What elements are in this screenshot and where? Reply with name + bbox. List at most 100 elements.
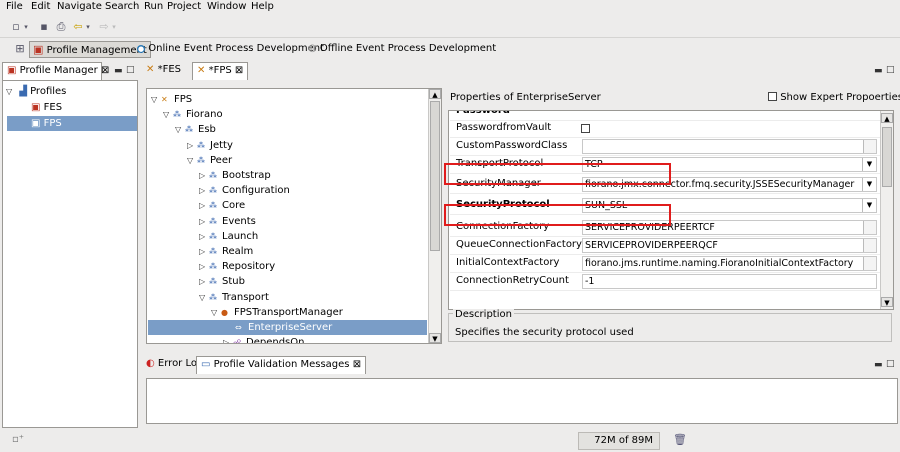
property-checkbox[interactable] — [581, 124, 590, 133]
tree-node[interactable]: ⇔ EnterpriseServer — [148, 320, 427, 335]
menu-navigate[interactable]: Navigate — [57, 1, 102, 12]
collapse-icon[interactable]: ▽ — [163, 107, 173, 122]
ellipsis-button[interactable] — [863, 257, 876, 270]
tree-node[interactable]: ▷ ⁂ Launch — [199, 229, 258, 244]
property-value[interactable]: SERVICEPROVIDERPEERTCF — [582, 220, 877, 235]
menu-file[interactable]: File — [6, 1, 23, 12]
show-expert-properties[interactable]: Show Expert Propoerties — [768, 92, 900, 103]
tree-node[interactable]: ▷ ⁂ Repository — [199, 259, 275, 274]
menu-project[interactable]: Project — [167, 1, 201, 12]
tree-item-fes[interactable]: ▣ FES — [31, 100, 62, 115]
expand-icon[interactable]: ▷ — [199, 168, 209, 183]
maximize-icon[interactable]: □ — [886, 359, 895, 369]
collapse-icon[interactable]: ▽ — [175, 122, 185, 137]
tree-node[interactable]: ▽ ⁂ Peer — [187, 153, 232, 168]
back-dropdown-icon[interactable]: ▾ — [84, 19, 92, 35]
collapse-icon[interactable]: ▽ — [211, 305, 221, 320]
expand-icon[interactable]: ▷ — [223, 335, 233, 343]
ellipsis-button[interactable] — [863, 221, 876, 234]
expand-icon[interactable]: ▷ — [199, 244, 209, 259]
tree-node[interactable]: ▷ ⁂ Realm — [199, 244, 253, 259]
expand-icon[interactable]: ▷ — [199, 259, 209, 274]
property-value[interactable] — [582, 139, 877, 154]
tree-node[interactable]: ▽ ⁂ Transport — [199, 290, 269, 305]
forward-dropdown-icon[interactable]: ▾ — [110, 19, 118, 35]
collapse-icon[interactable]: ▽ — [199, 290, 209, 305]
minimize-icon[interactable]: ▬ — [874, 360, 883, 370]
property-row: ConnectionFactory SERVICEPROVIDERPEERTCF — [450, 219, 887, 237]
perspective-online-development[interactable]: ● Online Event Process Development — [134, 41, 327, 58]
open-perspective-icon[interactable]: ⊞ — [12, 41, 28, 57]
menu-run[interactable]: Run — [144, 1, 163, 12]
new-dropdown-icon[interactable]: ▾ — [22, 19, 30, 35]
perspective-profile-management[interactable]: ▣ Profile Management — [29, 41, 151, 58]
tree-item-profiles[interactable]: ▽ ▟ Profiles — [6, 84, 66, 99]
perspective-offline-development[interactable]: ◍ Offline Event Process Development — [305, 41, 499, 58]
tree-node[interactable]: ▷ ⁂ Core — [199, 198, 245, 213]
menu-search[interactable]: Search — [105, 1, 139, 12]
expand-icon[interactable]: ▷ — [199, 214, 209, 229]
minimize-icon[interactable]: ▬ — [114, 66, 123, 76]
expand-icon[interactable]: ▷ — [199, 274, 209, 289]
ellipsis-button[interactable] — [863, 239, 876, 252]
editor-tab-fes[interactable]: ✕ *FES — [142, 62, 185, 80]
minimize-icon[interactable]: ▬ — [874, 66, 883, 76]
dropdown-arrow-icon[interactable]: ▼ — [862, 178, 876, 191]
editor-tab-fps[interactable]: ✕ *FPS ⊠ — [192, 62, 248, 80]
trash-icon[interactable]: 🗑 — [673, 433, 687, 446]
property-value[interactable]: - - - - - - - - — [582, 111, 742, 116]
tree-node[interactable]: ▽ ⁂ Esb — [175, 122, 216, 137]
ellipsis-button[interactable] — [863, 140, 876, 153]
property-value[interactable]: fiorano.jmx.connector.fmq.security.JSSES… — [582, 177, 877, 192]
collapse-icon[interactable]: ▽ — [187, 153, 197, 168]
expand-icon[interactable]: ▷ — [199, 183, 209, 198]
scroll-up-icon[interactable]: ▲ — [881, 113, 893, 123]
tree-node[interactable]: ▽ ✕ FPS — [151, 92, 192, 107]
close-icon[interactable]: ⊠ — [235, 65, 243, 76]
close-icon[interactable]: ⊠ — [101, 65, 109, 76]
expand-icon[interactable]: ▷ — [199, 229, 209, 244]
property-scrollbar[interactable]: ▲ ▼ — [880, 111, 893, 309]
dropdown-arrow-icon[interactable]: ▼ — [862, 199, 876, 212]
scroll-up-icon[interactable]: ▲ — [429, 89, 441, 99]
fast-view-icon[interactable]: ▫⁺ — [12, 434, 24, 445]
expert-checkbox[interactable] — [768, 92, 777, 101]
tree-scrollbar[interactable]: ▲ ▼ — [428, 89, 441, 343]
property-value[interactable]: -1 — [582, 274, 877, 289]
maximize-icon[interactable]: □ — [886, 65, 895, 75]
node-icon: ⁂ — [173, 110, 181, 120]
tree-node[interactable]: ▷ ⁂ Configuration — [199, 183, 290, 198]
tab-profile-validation-messages[interactable]: ▭ Profile Validation Messages ⊠ — [196, 356, 367, 374]
scroll-down-icon[interactable]: ▼ — [881, 297, 893, 307]
tree-node[interactable]: ▷ ⁂ Events — [199, 214, 256, 229]
tree-node[interactable]: ▷ ⁂ Jetty — [187, 138, 233, 153]
collapse-icon[interactable]: ▽ — [151, 92, 161, 107]
scroll-thumb[interactable] — [430, 101, 440, 251]
tree-node[interactable]: ▽ ⁂ Fiorano — [163, 107, 223, 122]
scroll-thumb[interactable] — [882, 127, 892, 187]
property-value[interactable]: TCP ▼ — [582, 157, 877, 172]
expand-icon[interactable]: ▷ — [199, 198, 209, 213]
dropdown-arrow-icon[interactable]: ▼ — [862, 158, 876, 171]
property-value-text: SERVICEPROVIDERPEERQCF — [585, 240, 718, 251]
tree-node[interactable]: ▷ ☍ DependsOn — [223, 335, 304, 343]
menu-edit[interactable]: Edit — [31, 1, 50, 12]
property-value[interactable]: SUN_SSL ▼ — [582, 198, 877, 213]
print-icon[interactable]: ⎙ — [53, 19, 69, 35]
expand-icon[interactable]: ▷ — [187, 138, 197, 153]
maximize-icon[interactable]: □ — [126, 65, 135, 75]
tree-item-fps[interactable]: ▣ FPS — [7, 116, 137, 131]
tab-profile-manager[interactable]: ▣ Profile Manager ⊠ — [2, 62, 109, 80]
menu-help[interactable]: Help — [251, 1, 274, 12]
tree-node[interactable]: ▽ ● FPSTransportManager — [211, 305, 343, 320]
expand-icon[interactable]: ▽ — [6, 84, 16, 99]
menu-window[interactable]: Window — [207, 1, 246, 12]
property-value[interactable]: SERVICEPROVIDERPEERQCF — [582, 238, 877, 253]
close-icon[interactable]: ⊠ — [353, 359, 361, 370]
tree-node[interactable]: ▷ ⁂ Stub — [199, 274, 245, 289]
save-icon[interactable]: ▪ — [36, 19, 52, 35]
scroll-down-icon[interactable]: ▼ — [429, 333, 441, 343]
property-value[interactable]: fiorano.jms.runtime.naming.FioranoInitia… — [582, 256, 877, 271]
tree-node-label: Core — [222, 200, 246, 212]
tree-node[interactable]: ▷ ⁂ Bootstrap — [199, 168, 271, 183]
